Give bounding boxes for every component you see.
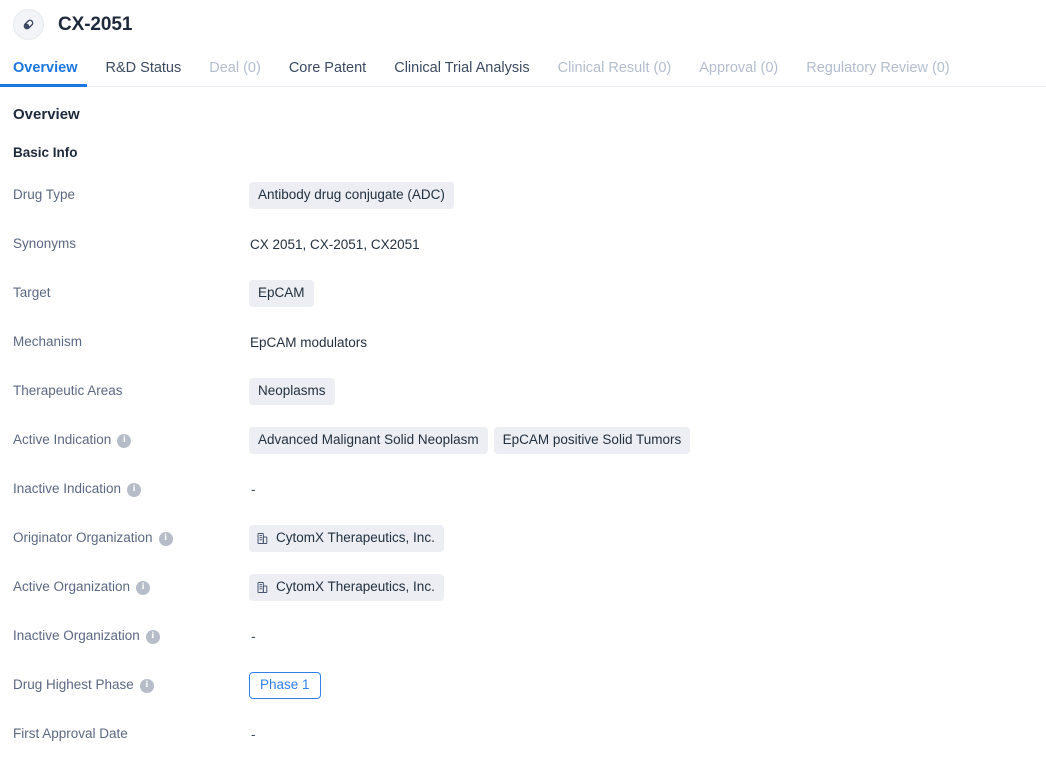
row-label: Originator Organization i xyxy=(13,530,249,546)
chip-target[interactable]: EpCAM xyxy=(249,280,314,307)
row-label: Mechanism xyxy=(13,334,249,350)
row-value: - xyxy=(249,482,1033,497)
table-row: First Approval Date - xyxy=(13,710,1033,759)
status-badge[interactable]: Phase 1 xyxy=(249,672,321,699)
info-icon[interactable]: i xyxy=(158,531,173,546)
organization-building-icon xyxy=(256,581,269,594)
row-value: - xyxy=(249,629,1033,644)
row-label: Drug Type xyxy=(13,187,249,203)
row-label-text: First Approval Date xyxy=(13,726,128,742)
row-value: EpCAM modulators xyxy=(249,335,1033,350)
empty-value: - xyxy=(251,727,256,742)
chip-active-organization[interactable]: CytomX Therapeutics, Inc. xyxy=(249,574,444,601)
row-label: Inactive Organization i xyxy=(13,628,249,644)
organization-building-icon xyxy=(256,532,269,545)
row-label: First Approval Date xyxy=(13,726,249,742)
table-row: Therapeutic Areas Neoplasms xyxy=(13,367,1033,416)
pill-capsule-icon xyxy=(13,9,44,40)
row-label-text: Mechanism xyxy=(13,334,83,350)
page-header: CX-2051 xyxy=(0,0,1046,49)
info-icon[interactable]: i xyxy=(127,482,142,497)
row-value: Advanced Malignant Solid Neoplasm EpCAM … xyxy=(249,427,1033,454)
row-label-text: Active Organization xyxy=(13,579,131,595)
empty-value: - xyxy=(251,482,256,497)
table-row: Synonyms CX 2051, CX-2051, CX2051 xyxy=(13,220,1033,269)
tab-clinical-result[interactable]: Clinical Result (0) xyxy=(544,60,686,87)
row-label-text: Drug Type xyxy=(13,187,76,203)
row-value: Antibody drug conjugate (ADC) xyxy=(249,182,1033,209)
row-label-text: Originator Organization xyxy=(13,530,153,546)
page-title: CX-2051 xyxy=(58,13,133,35)
row-label: Drug Highest Phase i xyxy=(13,677,249,693)
organization-name: CytomX Therapeutics, Inc. xyxy=(276,530,435,546)
chip-drug-type[interactable]: Antibody drug conjugate (ADC) xyxy=(249,182,454,209)
row-value: CX 2051, CX-2051, CX2051 xyxy=(249,237,1033,252)
tab-core-patent[interactable]: Core Patent xyxy=(275,60,380,87)
section-title: Overview xyxy=(13,106,80,123)
row-value: - xyxy=(249,727,1033,742)
overview-panel: Overview Basic Info Drug Type Antibody d… xyxy=(0,106,1046,759)
info-icon[interactable]: i xyxy=(139,678,154,693)
chip-active-indication[interactable]: EpCAM positive Solid Tumors xyxy=(493,427,691,454)
row-value: CytomX Therapeutics, Inc. xyxy=(249,525,1033,552)
empty-value: - xyxy=(251,629,256,644)
row-value: Neoplasms xyxy=(249,378,1033,405)
tab-clinical-trial-analysis[interactable]: Clinical Trial Analysis xyxy=(380,60,543,87)
table-row: Target EpCAM xyxy=(13,269,1033,318)
table-row: Originator Organization i CytomX Therape… xyxy=(13,514,1033,563)
table-row: Drug Type Antibody drug conjugate (ADC) xyxy=(13,171,1033,220)
tab-regulatory-review[interactable]: Regulatory Review (0) xyxy=(792,60,963,87)
chip-therapeutic-area[interactable]: Neoplasms xyxy=(249,378,335,405)
tab-bar: Overview R&D Status Deal (0) Core Patent… xyxy=(0,49,1046,87)
row-label: Therapeutic Areas xyxy=(13,383,249,399)
row-label-text: Active Indication xyxy=(13,432,112,448)
table-row: Inactive Organization i - xyxy=(13,612,1033,661)
row-value: Phase 1 xyxy=(249,672,1033,699)
row-label-text: Inactive Indication xyxy=(13,481,122,497)
row-label: Inactive Indication i xyxy=(13,481,249,497)
row-label: Synonyms xyxy=(13,236,249,252)
tab-rd-status[interactable]: R&D Status xyxy=(92,60,196,87)
info-icon[interactable]: i xyxy=(117,433,132,448)
row-value: CytomX Therapeutics, Inc. xyxy=(249,574,1033,601)
row-label: Active Organization i xyxy=(13,579,249,595)
row-label-text: Target xyxy=(13,285,51,301)
tab-approval[interactable]: Approval (0) xyxy=(685,60,792,87)
row-label-text: Inactive Organization xyxy=(13,628,140,644)
organization-name: CytomX Therapeutics, Inc. xyxy=(276,579,435,595)
row-value: EpCAM xyxy=(249,280,1033,307)
chip-originator-organization[interactable]: CytomX Therapeutics, Inc. xyxy=(249,525,444,552)
tab-deal[interactable]: Deal (0) xyxy=(195,60,275,87)
info-icon[interactable]: i xyxy=(136,580,151,595)
table-row: Drug Highest Phase i Phase 1 xyxy=(13,661,1033,710)
row-label: Active Indication i xyxy=(13,432,249,448)
table-row: Active Indication i Advanced Malignant S… xyxy=(13,416,1033,465)
table-row: Inactive Indication i - xyxy=(13,465,1033,514)
info-icon[interactable]: i xyxy=(145,629,160,644)
synonyms-value: CX 2051, CX-2051, CX2051 xyxy=(250,237,420,252)
table-row: Mechanism EpCAM modulators xyxy=(13,318,1033,367)
row-label-text: Drug Highest Phase xyxy=(13,677,134,693)
chip-active-indication[interactable]: Advanced Malignant Solid Neoplasm xyxy=(249,427,488,454)
tab-overview[interactable]: Overview xyxy=(0,60,92,87)
basic-info-table: Drug Type Antibody drug conjugate (ADC) … xyxy=(13,171,1033,759)
mechanism-value: EpCAM modulators xyxy=(250,335,368,350)
subsection-title-basic-info: Basic Info xyxy=(13,145,78,160)
row-label: Target xyxy=(13,285,249,301)
row-label-text: Therapeutic Areas xyxy=(13,383,123,399)
table-row: Active Organization i CytomX Therapeutic… xyxy=(13,563,1033,612)
row-label-text: Synonyms xyxy=(13,236,77,252)
